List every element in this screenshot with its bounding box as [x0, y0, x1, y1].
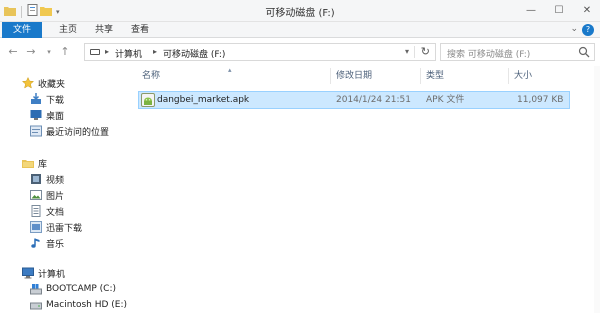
nav-item-downloads[interactable]: 下载	[30, 92, 64, 106]
search-placeholder[interactable]: 搜索 可移动磁盘 (F:)	[447, 47, 530, 60]
nav-item-label: 下载	[46, 95, 65, 106]
computer-icon	[22, 267, 34, 279]
recent-locations-icon[interactable]: ▾	[42, 45, 56, 59]
nav-item-label: BOOTCAMP (C:)	[46, 284, 116, 294]
navigation-bar: ← → ▾ ↑ ▸ 计算机 ▸ 可移动磁盘 (F:) ▾ ↻ 搜索 可移动磁盘 …	[0, 38, 600, 66]
address-dropdown-icon[interactable]: ▾	[405, 47, 409, 56]
nav-item-pictures[interactable]: 图片	[30, 188, 64, 202]
back-button[interactable]: ←	[6, 45, 20, 59]
hard-drive-icon	[30, 299, 42, 311]
file-type: APK 文件	[426, 95, 465, 105]
sort-ascending-icon: ▴	[228, 66, 232, 74]
tab-home[interactable]: 主页	[52, 22, 84, 38]
address-bar[interactable]: ▸ 计算机 ▸ 可移动磁盘 (F:) ▾ ↻	[84, 43, 436, 61]
breadcrumb-computer[interactable]: 计算机	[115, 47, 142, 60]
nav-item-documents[interactable]: 文档	[30, 204, 64, 218]
nav-item-music[interactable]: 音乐	[30, 236, 64, 250]
column-header-type[interactable]: 类型	[426, 66, 444, 86]
windows-drive-icon	[30, 283, 42, 295]
file-name[interactable]: dangbei_market.apk	[157, 94, 249, 106]
nav-item-desktop[interactable]: 桌面	[30, 108, 64, 122]
close-button[interactable]: ✕	[578, 2, 596, 18]
forward-button[interactable]: →	[24, 45, 38, 59]
window-title: 可移动磁盘 (F:)	[265, 8, 335, 19]
up-button[interactable]: ↑	[58, 45, 72, 59]
title-bar: ▾ 可移动磁盘 (F:) — ☐ ✕	[0, 0, 600, 22]
nav-item-videos[interactable]: 视频	[30, 172, 64, 186]
music-icon	[30, 237, 42, 249]
nav-item-label: 音乐	[46, 239, 65, 250]
tab-share[interactable]: 共享	[88, 22, 120, 38]
nav-item-label: Macintosh HD (E:)	[46, 300, 128, 310]
nav-item-drive-c[interactable]: BOOTCAMP (C:)	[30, 282, 116, 296]
navigation-pane: 收藏夹 下载 桌面 最近访问的位置 库 视频 图片 文档 迅雷下载 音乐 计算机…	[0, 66, 136, 313]
file-size: 11,097 KB	[517, 95, 564, 105]
breadcrumb-drive[interactable]: 可移动磁盘 (F:)	[163, 47, 225, 60]
nav-libraries[interactable]: 库	[22, 156, 47, 170]
nav-favorites[interactable]: 收藏夹	[22, 76, 65, 90]
nav-item-label: 桌面	[46, 111, 65, 122]
help-icon[interactable]: ?	[582, 24, 594, 36]
picture-icon	[30, 189, 42, 201]
nav-item-label: 视频	[46, 175, 65, 186]
nav-item-thunder-downloads[interactable]: 迅雷下载	[30, 220, 82, 234]
nav-item-label: 文档	[46, 207, 65, 218]
nav-computer[interactable]: 计算机	[22, 266, 65, 280]
nav-item-drive-e[interactable]: Macintosh HD (E:)	[30, 298, 127, 312]
file-modified: 2014/1/24 21:51	[336, 95, 411, 105]
video-icon	[30, 173, 42, 185]
apk-file-icon	[141, 93, 155, 107]
nav-item-label: 迅雷下载	[46, 223, 83, 234]
refresh-icon[interactable]: ↻	[421, 45, 430, 58]
download-icon	[30, 93, 42, 105]
thunder-download-icon	[30, 221, 42, 233]
star-icon	[22, 77, 34, 89]
nav-computer-label: 计算机	[38, 269, 66, 280]
search-box[interactable]: 搜索 可移动磁盘 (F:)	[440, 43, 595, 61]
document-icon	[30, 205, 42, 217]
column-divider[interactable]	[420, 68, 421, 84]
ribbon: 文件 主页 共享 查看 ⌄ ?	[0, 22, 600, 38]
nav-libraries-label: 库	[38, 159, 48, 170]
column-divider[interactable]	[508, 68, 509, 84]
tab-file[interactable]: 文件	[2, 22, 42, 38]
desktop-icon	[30, 109, 42, 121]
breadcrumb-separator-icon[interactable]: ▸	[105, 47, 109, 56]
file-row[interactable]: dangbei_market.apk 2014/1/24 21:51 APK 文…	[138, 91, 570, 109]
search-icon[interactable]	[578, 46, 590, 58]
breadcrumb-separator-icon[interactable]: ▸	[153, 47, 157, 56]
maximize-button[interactable]: ☐	[550, 2, 568, 18]
library-icon	[22, 157, 34, 169]
recent-places-icon	[30, 125, 42, 137]
nav-item-label: 图片	[46, 191, 65, 202]
column-header-name[interactable]: 名称	[142, 66, 160, 86]
nav-item-recent-places[interactable]: 最近访问的位置	[30, 124, 109, 138]
scrollbar[interactable]	[594, 66, 600, 313]
minimize-button[interactable]: —	[522, 2, 540, 18]
column-header-modified[interactable]: 修改日期	[336, 66, 372, 86]
nav-favorites-label: 收藏夹	[38, 79, 66, 90]
drive-icon	[90, 49, 100, 55]
column-divider[interactable]	[330, 68, 331, 84]
ribbon-expand-icon[interactable]: ⌄	[570, 24, 578, 34]
nav-item-label: 最近访问的位置	[46, 127, 110, 138]
tab-view[interactable]: 查看	[124, 22, 156, 38]
column-header-size[interactable]: 大小	[514, 66, 532, 86]
